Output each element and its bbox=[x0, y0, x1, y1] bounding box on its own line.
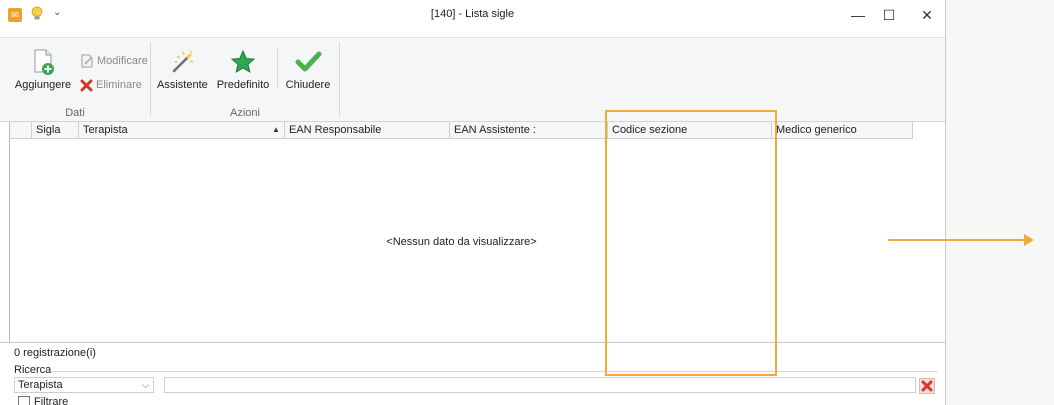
column-header-medico-generico[interactable]: Medico generico bbox=[772, 122, 913, 138]
search-section-label: Ricerca bbox=[14, 364, 52, 376]
chevron-down-icon: ⌵ bbox=[142, 380, 149, 390]
arrow-annotation-line bbox=[888, 239, 1026, 241]
empty-grid-message: <Nessun dato da visualizzare> bbox=[386, 236, 537, 248]
ribbon-inner-separator bbox=[277, 48, 278, 88]
search-input[interactable] bbox=[164, 377, 916, 393]
delete-x-icon bbox=[80, 79, 93, 92]
column-header-terapista[interactable]: Terapista bbox=[79, 122, 285, 138]
default-button-label: Predefinito bbox=[216, 79, 270, 91]
delete-button[interactable]: Eliminare bbox=[80, 76, 142, 94]
assistant-button-label: Assistente bbox=[157, 79, 208, 91]
assistant-button[interactable]: Assistente bbox=[157, 48, 208, 91]
close-window-button[interactable]: ✕ bbox=[912, 4, 942, 26]
background-panel bbox=[946, 0, 1054, 405]
add-button-label: Aggiungere bbox=[14, 79, 72, 91]
group-label-dati: Dati bbox=[65, 107, 85, 119]
highlight-box-annotation bbox=[605, 110, 777, 376]
edit-button[interactable]: Modificare bbox=[80, 52, 148, 70]
ribbon-group-dati: Aggiungere Modificare Eliminare Dati bbox=[0, 38, 150, 121]
close-list-button[interactable]: Chiudere bbox=[283, 48, 333, 91]
edit-button-label: Modificare bbox=[97, 55, 148, 67]
grid-header: Sigla Terapista ▲ EAN Responsabile EAN A… bbox=[10, 122, 913, 139]
maximize-button[interactable]: ☐ bbox=[874, 4, 904, 26]
column-header-ean-assistente[interactable]: EAN Assistente : bbox=[450, 122, 608, 138]
ribbon: Aggiungere Modificare Eliminare Dati Ass… bbox=[0, 37, 945, 122]
row-indicator-header bbox=[10, 122, 32, 138]
search-field-select[interactable]: Terapista ⌵ bbox=[14, 377, 154, 393]
checkmark-icon bbox=[295, 51, 322, 72]
edit-document-icon bbox=[81, 54, 93, 68]
record-count: 0 registrazione(i) bbox=[14, 347, 96, 359]
clear-search-button[interactable] bbox=[919, 378, 935, 394]
add-document-icon bbox=[34, 49, 54, 75]
grid-bottom-border bbox=[0, 342, 945, 343]
group-label-azioni: Azioni bbox=[230, 107, 260, 119]
clear-x-icon bbox=[921, 380, 933, 392]
title-bar: ✉ ⌄ [140] - Lista sigle — ☐ ✕ bbox=[0, 0, 945, 30]
search-section-divider bbox=[52, 371, 938, 372]
filter-checkbox[interactable] bbox=[18, 396, 30, 405]
arrow-annotation-head-icon bbox=[1024, 234, 1034, 246]
star-icon bbox=[230, 49, 256, 74]
delete-button-label: Eliminare bbox=[96, 79, 142, 91]
add-button[interactable]: Aggiungere bbox=[14, 48, 72, 91]
magic-wand-icon bbox=[172, 50, 194, 73]
application-window: ✉ ⌄ [140] - Lista sigle — ☐ ✕ Aggiungere bbox=[0, 0, 946, 405]
close-list-button-label: Chiudere bbox=[285, 79, 331, 91]
default-button[interactable]: Predefinito bbox=[215, 48, 271, 91]
sort-ascending-icon: ▲ bbox=[272, 125, 280, 134]
column-header-sigla[interactable]: Sigla bbox=[32, 122, 79, 138]
search-field-selected-value: Terapista bbox=[18, 379, 63, 391]
data-grid[interactable]: Sigla Terapista ▲ EAN Responsabile EAN A… bbox=[9, 122, 945, 342]
ribbon-separator bbox=[339, 42, 340, 116]
filter-checkbox-row[interactable]: Filtrare bbox=[18, 396, 68, 405]
window-title: [140] - Lista sigle bbox=[430, 8, 515, 20]
filter-checkbox-label: Filtrare bbox=[34, 396, 69, 405]
minimize-button[interactable]: — bbox=[843, 4, 873, 26]
column-header-ean-responsabile[interactable]: EAN Responsabile bbox=[285, 122, 450, 138]
ribbon-group-azioni: Assistente Predefinito Chiudere Azioni bbox=[151, 38, 339, 121]
